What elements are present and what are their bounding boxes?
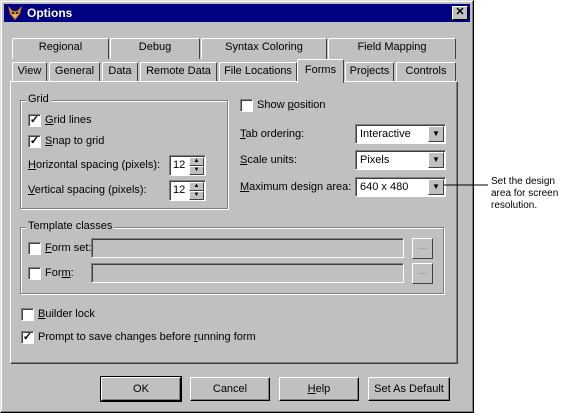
prompt-save-label[interactable]: Prompt to save changes before running fo… [38, 331, 256, 343]
vertical-spacing-spinner[interactable]: 12 ▲ ▼ [169, 180, 206, 201]
form-checkbox[interactable] [28, 267, 41, 280]
tab-projects[interactable]: Projects [345, 62, 394, 82]
form-set-browse-button[interactable]: ... [412, 238, 433, 259]
tab-controls[interactable]: Controls [396, 62, 456, 82]
help-button[interactable]: Help [279, 377, 359, 401]
form-set-checkbox[interactable] [28, 242, 41, 255]
grid-group-label: Grid [26, 93, 51, 105]
cancel-button[interactable]: Cancel [190, 377, 270, 401]
snap-to-grid-checkbox[interactable]: ✓ [28, 135, 41, 148]
tab-debug[interactable]: Debug [110, 38, 200, 59]
max-design-area-select[interactable]: 640 x 480 ▼ [355, 177, 446, 197]
tab-view[interactable]: View [12, 62, 47, 82]
tab-data[interactable]: Data [102, 62, 138, 82]
scale-units-label: Scale units: [240, 154, 297, 166]
form-set-label[interactable]: Form set: [45, 242, 91, 254]
spin-up-icon[interactable]: ▲ [189, 182, 204, 191]
ok-button[interactable]: OK [100, 376, 182, 402]
spin-down-icon[interactable]: ▼ [189, 191, 204, 200]
form-field[interactable] [91, 263, 404, 283]
tab-syntax-coloring[interactable]: Syntax Coloring [201, 38, 327, 59]
prompt-save-checkbox[interactable]: ✓ [21, 331, 34, 344]
close-icon: ✕ [455, 6, 465, 18]
form-label[interactable]: Form: [45, 267, 74, 279]
horizontal-spacing-value[interactable]: 12 [173, 159, 185, 171]
show-position-label[interactable]: Show position [257, 99, 326, 111]
grid-lines-label[interactable]: Grid lines [45, 114, 91, 126]
set-as-default-button[interactable]: Set As Default [368, 377, 450, 401]
vertical-spacing-label: Vertical spacing (pixels): [28, 184, 147, 196]
tab-field-mapping[interactable]: Field Mapping [328, 38, 456, 59]
spin-up-icon[interactable]: ▲ [189, 157, 204, 166]
vertical-spacing-value[interactable]: 12 [173, 184, 185, 196]
builder-lock-label[interactable]: Builder lock [38, 308, 95, 320]
form-set-field[interactable] [91, 238, 404, 258]
callout-text: Set the design area for screen resolutio… [491, 176, 559, 211]
snap-to-grid-label[interactable]: Snap to grid [45, 135, 104, 147]
tab-forms[interactable]: Forms [297, 59, 344, 83]
show-position-checkbox[interactable] [240, 99, 253, 112]
tab-ordering-label: Tab ordering: [240, 128, 305, 140]
close-button[interactable]: ✕ [452, 6, 468, 20]
horizontal-spacing-label: Horizontal spacing (pixels): [28, 159, 161, 171]
tab-ordering-select[interactable]: Interactive ▼ [355, 124, 446, 144]
scale-units-select[interactable]: Pixels ▼ [355, 150, 446, 170]
window-title: Options [27, 6, 73, 20]
chevron-down-icon[interactable]: ▼ [428, 126, 444, 142]
horizontal-spacing-spinner[interactable]: 12 ▲ ▼ [169, 155, 206, 176]
chevron-down-icon[interactable]: ▼ [428, 179, 444, 195]
tab-regional[interactable]: Regional [12, 38, 109, 59]
tab-general[interactable]: General [49, 62, 100, 82]
grid-lines-checkbox[interactable]: ✓ [28, 114, 41, 127]
chevron-down-icon[interactable]: ▼ [428, 152, 444, 168]
form-browse-button[interactable]: ... [412, 263, 433, 284]
max-design-area-label: Maximum design area: [240, 181, 352, 193]
builder-lock-checkbox[interactable] [21, 308, 34, 321]
callout-line [444, 184, 488, 186]
title-bar[interactable]: Options ✕ [4, 4, 470, 22]
tab-file-locations[interactable]: File Locations [219, 62, 297, 82]
tab-remote-data[interactable]: Remote Data [140, 62, 217, 82]
options-dialog: Options ✕ Regional Debug Syntax Coloring… [0, 0, 474, 413]
fox-app-icon [7, 5, 23, 21]
template-classes-label: Template classes [26, 220, 115, 232]
spin-down-icon[interactable]: ▼ [189, 166, 204, 175]
